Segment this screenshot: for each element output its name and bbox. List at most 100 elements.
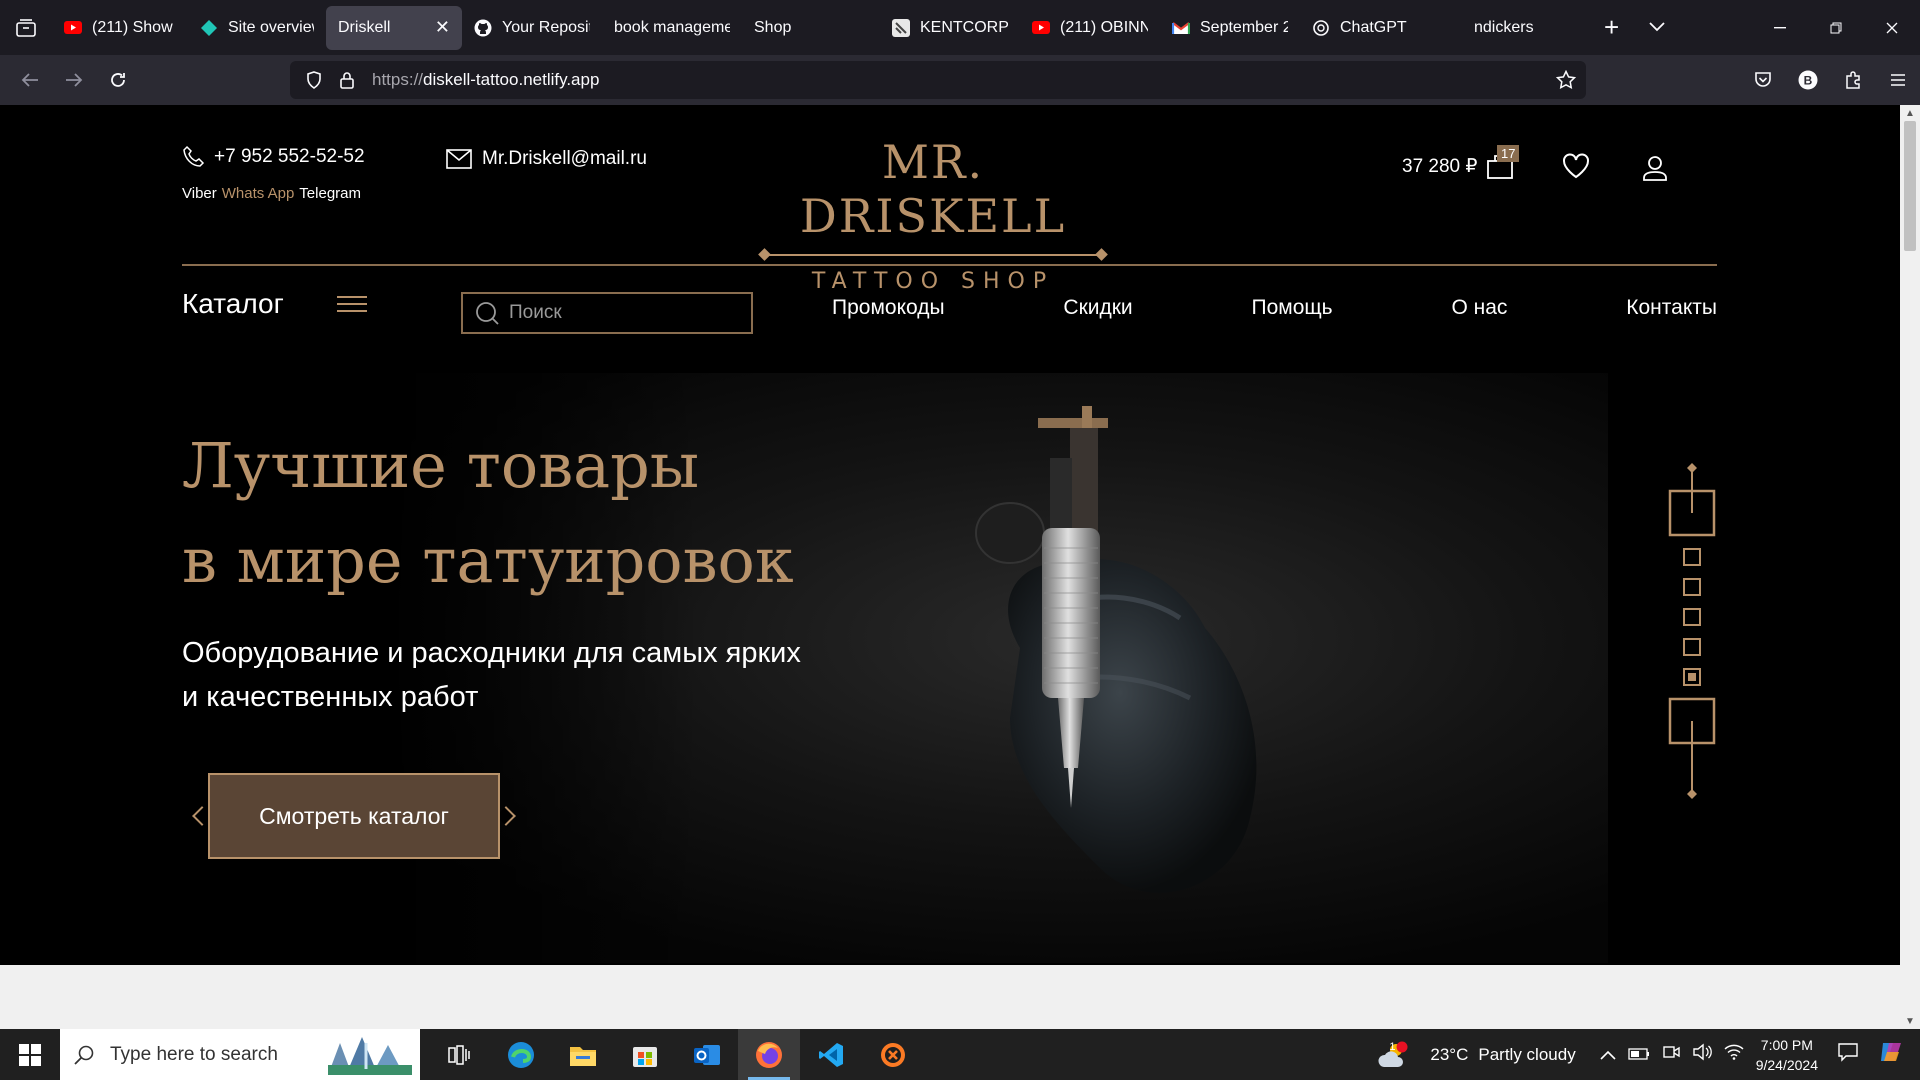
slider-dot-1[interactable] (1683, 548, 1701, 566)
catalog-label: Каталог (182, 288, 284, 319)
tab-youtube-1[interactable]: (211) Show y (52, 6, 188, 50)
search-icon (74, 1045, 94, 1065)
windows-taskbar: Type here to search 1 23°C Partly cloudy… (0, 1029, 1920, 1080)
tab-gmail[interactable]: September 2 (1160, 6, 1300, 50)
slider-next-button[interactable] (1668, 697, 1716, 799)
scroll-down-icon[interactable]: ▼ (1900, 1013, 1920, 1029)
slider-dot-3[interactable] (1683, 608, 1701, 626)
tab-ndickers[interactable]: ndickers (1438, 6, 1576, 50)
xampp-app[interactable] (862, 1029, 924, 1080)
viber-link[interactable]: Viber (182, 185, 217, 202)
vscode-app[interactable] (800, 1029, 862, 1080)
url-text[interactable]: https://diskell-tattoo.netlify.app (372, 70, 599, 90)
edge-app[interactable] (490, 1029, 552, 1080)
wifi-icon[interactable] (1724, 1044, 1744, 1065)
weather-widget[interactable]: 1 23°C Partly cloudy (1378, 1041, 1576, 1069)
tab-book-management[interactable]: book manageme (602, 6, 742, 50)
close-window-icon[interactable] (1864, 0, 1920, 55)
catalog-toggle[interactable]: Каталог (182, 288, 368, 320)
forward-button[interactable] (52, 60, 96, 100)
reload-button[interactable] (96, 60, 140, 100)
tab-shop[interactable]: Shop (742, 6, 880, 50)
restore-icon[interactable] (1808, 0, 1864, 55)
site-logo[interactable]: MR. DRISKELL TATTOO SHOP (758, 135, 1108, 294)
svg-text:B: B (1803, 74, 1812, 88)
microsoft-store-app[interactable] (614, 1029, 676, 1080)
slider-dot-5-active[interactable] (1683, 668, 1701, 686)
telegram-link[interactable]: Telegram (299, 185, 361, 202)
taskbar-search-placeholder: Type here to search (110, 1043, 278, 1065)
bookmark-star-icon[interactable] (1556, 70, 1576, 90)
start-button[interactable] (0, 1029, 60, 1080)
email-link[interactable]: Mr.Driskell@mail.ru (446, 148, 647, 170)
notifications-icon[interactable] (1838, 1042, 1858, 1067)
url-bar[interactable]: https://diskell-tattoo.netlify.app (290, 61, 1586, 99)
scroll-up-icon[interactable]: ▲ (1900, 105, 1920, 121)
tab-title: ChatGPT (1340, 18, 1407, 36)
search-input[interactable] (509, 302, 739, 324)
tab-title: ndickers (1474, 18, 1534, 36)
main-menu: Каталог Промокоды Скидки Помощь О нас Ко… (182, 288, 1717, 334)
slider-dot-2[interactable] (1683, 578, 1701, 596)
tab-site-overview[interactable]: Site overview (188, 6, 326, 50)
taskbar-search[interactable]: Type here to search (60, 1029, 420, 1080)
url-protocol: https:// (372, 70, 424, 89)
volume-icon[interactable] (1692, 1043, 1712, 1066)
toolbar-right: B (1740, 55, 1920, 105)
task-view-button[interactable] (428, 1029, 490, 1080)
tab-github[interactable]: Your Reposito (462, 6, 602, 50)
tab-kentcorp[interactable]: KENTCORP Fl (880, 6, 1020, 50)
phone-link[interactable]: +7 952 552-52-52 (182, 145, 365, 169)
account-link[interactable] (1642, 155, 1668, 186)
view-catalog-button[interactable]: Смотреть каталог (192, 773, 516, 859)
hero-title: Лучшие товары в мире татуировок (182, 418, 794, 608)
menu-link-about[interactable]: О нас (1451, 296, 1507, 320)
cart-total: 37 280 ₽ (1402, 155, 1478, 177)
new-tab-icon[interactable]: + (1604, 12, 1619, 43)
hero-subtitle: Оборудование и расходники для самых ярки… (182, 637, 801, 713)
copilot-icon[interactable] (1878, 1039, 1904, 1070)
tab-driskell[interactable]: Driskell ✕ (326, 5, 462, 50)
slider-dot-4[interactable] (1683, 638, 1701, 656)
slider-prev-button[interactable] (1668, 463, 1716, 537)
menu-link-help[interactable]: Помощь (1252, 296, 1333, 320)
menu-link-promocodes[interactable]: Промокоды (832, 296, 945, 320)
kentcorp-icon (892, 18, 910, 37)
menu-link-discounts[interactable]: Скидки (1063, 296, 1132, 320)
firefox-app[interactable] (738, 1029, 800, 1080)
clock[interactable]: 7:00 PM 9/24/2024 (1756, 1035, 1818, 1075)
tab-overview-button[interactable] (0, 0, 52, 55)
chevron-up-icon[interactable] (1600, 1045, 1616, 1065)
email-address: Mr.Driskell@mail.ru (482, 148, 647, 169)
chatgpt-icon (1312, 19, 1330, 37)
scrollbar-thumb[interactable] (1904, 121, 1916, 251)
lock-icon[interactable] (340, 71, 354, 89)
app-menu-button[interactable] (1875, 55, 1920, 105)
pocket-button[interactable] (1740, 55, 1785, 105)
minimize-icon[interactable] (1752, 0, 1808, 55)
account-button[interactable]: B (1785, 55, 1830, 105)
close-tab-icon[interactable]: ✕ (435, 17, 450, 38)
tracking-protection-icon[interactable] (306, 71, 322, 89)
outlook-app[interactable] (676, 1029, 738, 1080)
list-all-tabs-icon[interactable] (1649, 19, 1665, 37)
whatsapp-link[interactable]: Whats App (222, 185, 295, 202)
tab-youtube-2[interactable]: (211) OBINN (1020, 6, 1160, 50)
clock-date: 9/24/2024 (1755, 1056, 1818, 1073)
tab-chatgpt[interactable]: ChatGPT (1300, 6, 1438, 50)
system-tray: 1 23°C Partly cloudy 7:00 PM 9/24/2024 (1378, 1029, 1920, 1080)
cart-link[interactable]: 37 280 ₽ 17 (1402, 145, 1520, 179)
meet-now-icon[interactable] (1662, 1043, 1680, 1066)
file-explorer-app[interactable] (552, 1029, 614, 1080)
page-scrollbar[interactable]: ▲ ▼ (1900, 105, 1920, 1029)
battery-icon[interactable] (1628, 1045, 1650, 1065)
next-section (0, 965, 1900, 1029)
tab-title: KENTCORP Fl (920, 18, 1008, 36)
tab-title: September 2 (1200, 18, 1288, 36)
youtube-icon (64, 19, 82, 37)
extensions-button[interactable] (1830, 55, 1875, 105)
tab-title: (211) OBINN (1060, 18, 1148, 36)
back-button[interactable] (8, 60, 52, 100)
favorites-button[interactable] (1562, 153, 1590, 184)
menu-link-contacts[interactable]: Контакты (1626, 296, 1717, 320)
